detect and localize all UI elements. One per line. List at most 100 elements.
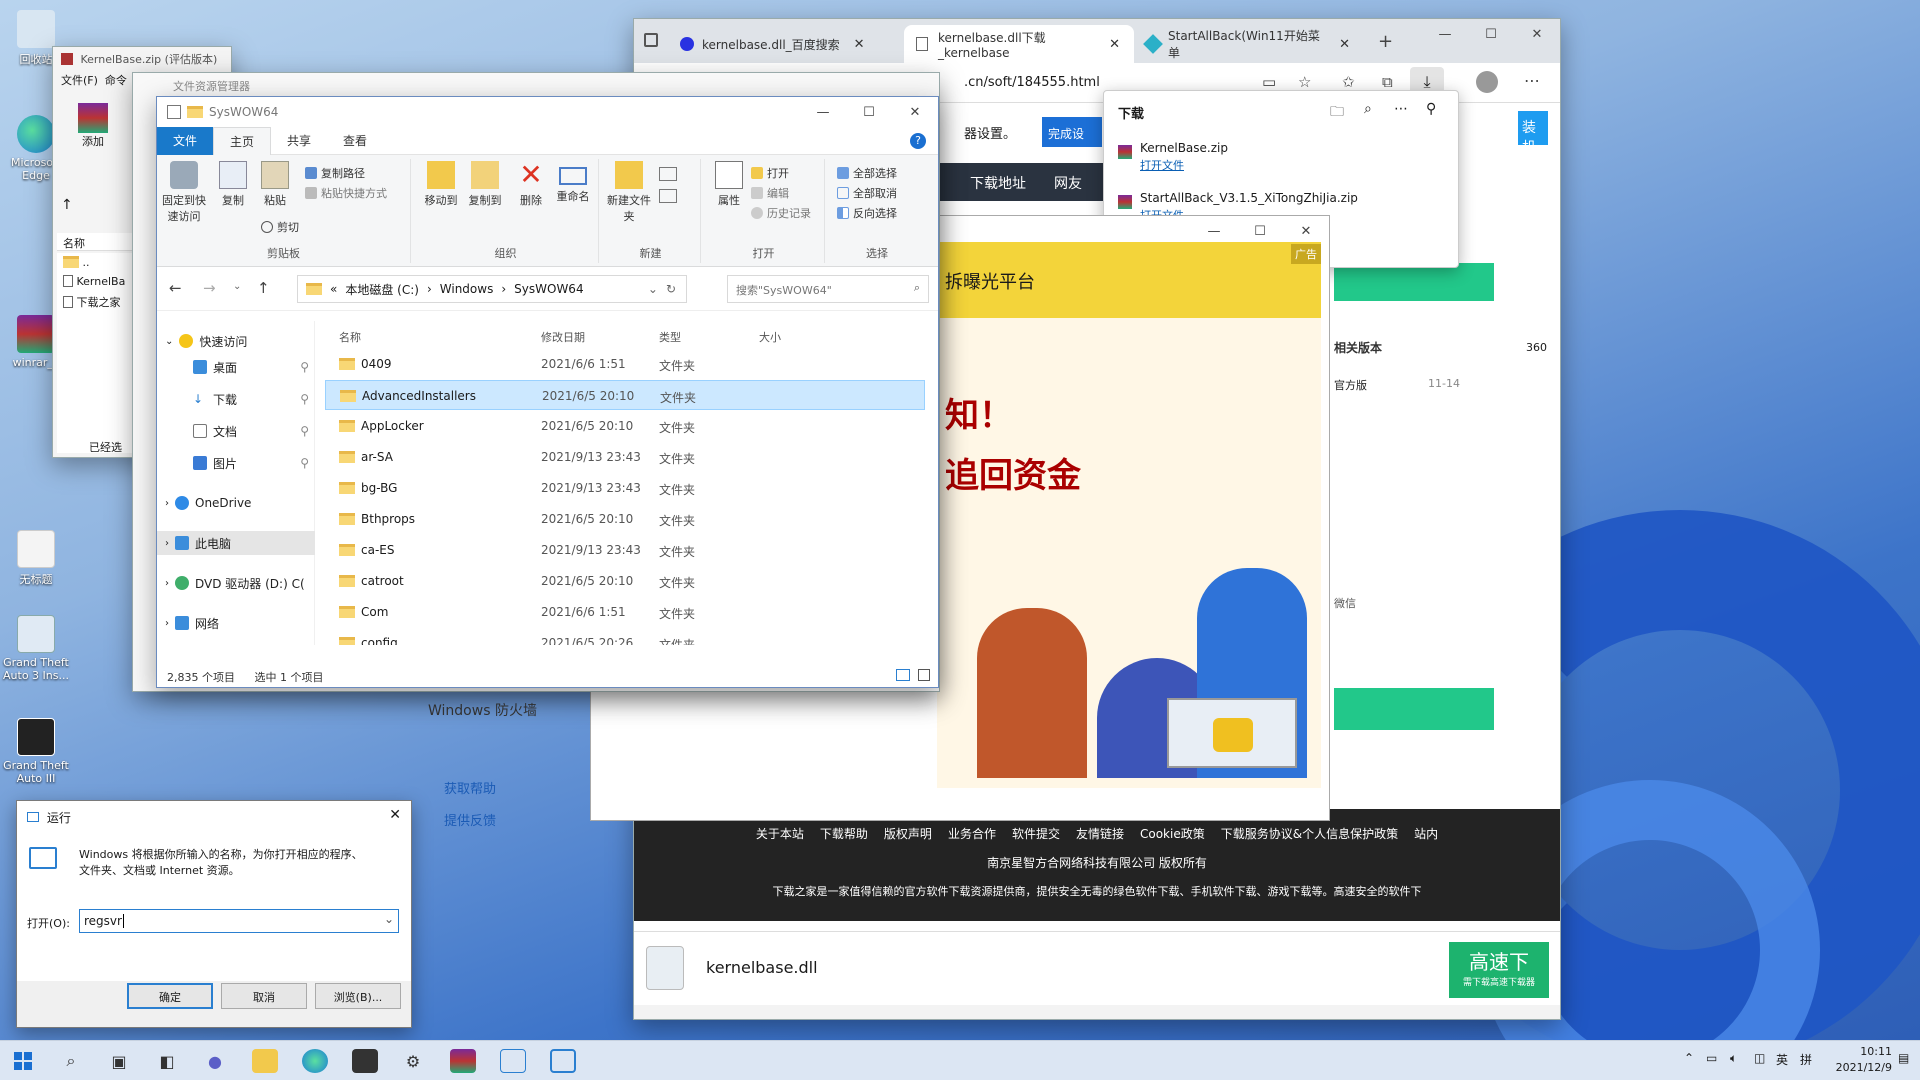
- run-input[interactable]: regsvr ⌄: [79, 909, 399, 933]
- quick-access-toolbar-icon[interactable]: [167, 105, 181, 119]
- maximize-icon[interactable]: ☐: [846, 97, 892, 127]
- table-row[interactable]: Bthprops 2021/6/5 20:10 文件夹: [325, 504, 925, 534]
- display-icon[interactable]: ◫: [1754, 1051, 1765, 1065]
- complete-button[interactable]: 完成设: [1042, 117, 1102, 147]
- pin-button[interactable]: 固定到快速访问: [161, 159, 207, 224]
- column-size[interactable]: 大小: [759, 329, 781, 345]
- footer-link[interactable]: 下载服务协议&个人信息保护政策: [1221, 827, 1398, 841]
- column-name[interactable]: 名称: [339, 329, 361, 345]
- move-to-button[interactable]: 移动到: [419, 159, 463, 208]
- fast-download-button[interactable]: 高速下 需下载高速下载器: [1449, 942, 1549, 998]
- minimize-icon[interactable]: —: [1422, 19, 1468, 49]
- footer-link[interactable]: 下载帮助: [820, 827, 868, 841]
- edge-icon[interactable]: [302, 1049, 328, 1073]
- history-button[interactable]: 历史记录: [751, 205, 811, 221]
- close-icon[interactable]: ✕: [1514, 19, 1560, 49]
- close-icon[interactable]: ✕: [389, 807, 401, 823]
- table-row[interactable]: 0409 2021/6/6 1:51 文件夹: [325, 349, 925, 379]
- table-row[interactable]: AppLocker 2021/6/5 20:10 文件夹: [325, 411, 925, 441]
- cancel-button[interactable]: 取消: [221, 983, 307, 1009]
- footer-link[interactable]: Cookie政策: [1140, 827, 1205, 841]
- table-row[interactable]: config 2021/6/5 20:26 文件夹: [325, 628, 925, 645]
- ime-pinyin[interactable]: 拼: [1800, 1051, 1812, 1068]
- help-link[interactable]: 获取帮助: [444, 778, 496, 797]
- table-row[interactable]: ca-ES 2021/9/13 23:43 文件夹: [325, 535, 925, 565]
- cut-button[interactable]: 剪切: [261, 219, 299, 235]
- settings-icon[interactable]: ⚙: [400, 1049, 426, 1073]
- up-arrow-icon[interactable]: ↑: [61, 197, 73, 213]
- table-row[interactable]: bg-BG 2021/9/13 23:43 文件夹: [325, 473, 925, 503]
- open-button[interactable]: 打开: [751, 165, 789, 181]
- nav-documents[interactable]: 文档 ⚲: [157, 419, 315, 443]
- new-folder-button[interactable]: 新建文件夹: [607, 159, 651, 224]
- footer-link[interactable]: 业务合作: [948, 827, 996, 841]
- search-icon[interactable]: ⌕: [1364, 101, 1372, 117]
- nav-download[interactable]: 下载地址: [970, 173, 1026, 193]
- search-input[interactable]: 搜索"SysWOW64" ⌕: [727, 275, 929, 303]
- open-file-link[interactable]: 打开文件: [1140, 157, 1184, 173]
- chevron-down-icon[interactable]: ⌄: [384, 912, 394, 926]
- tab-startallback[interactable]: StartAllBack(Win11开始菜单 ✕: [1134, 25, 1364, 63]
- desktop-icon-gta3[interactable]: Grand Theft Auto III: [0, 718, 72, 785]
- close-icon[interactable]: ✕: [892, 97, 938, 127]
- crumb-drive[interactable]: 本地磁盘 (C:): [345, 281, 419, 298]
- nav-quick-access[interactable]: ⌄ 快速访问: [157, 329, 315, 353]
- new-item-icon[interactable]: [659, 167, 677, 181]
- search-icon[interactable]: ⌕: [58, 1049, 84, 1073]
- more-icon[interactable]: ⋯: [1524, 71, 1540, 90]
- nav-pictures[interactable]: 图片 ⚲: [157, 451, 315, 475]
- collections-icon[interactable]: ⧉: [1382, 73, 1393, 91]
- task-view-icon[interactable]: ▣: [106, 1049, 132, 1073]
- network-icon[interactable]: ▭: [1706, 1051, 1717, 1065]
- table-row[interactable]: catroot 2021/6/5 20:10 文件夹: [325, 566, 925, 596]
- footer-link[interactable]: 关于本站: [756, 827, 804, 841]
- browse-button[interactable]: 浏览(B)...: [315, 983, 401, 1009]
- footer-link[interactable]: 友情链接: [1076, 827, 1124, 841]
- chevron-down-icon[interactable]: ⌄: [648, 282, 658, 296]
- help-icon[interactable]: ?: [910, 132, 926, 149]
- tab-view[interactable]: 查看: [327, 127, 383, 155]
- paste-button[interactable]: 粘贴: [253, 159, 297, 208]
- official-version[interactable]: 官方版: [1334, 377, 1367, 393]
- paste-shortcut-button[interactable]: 粘贴快捷方式: [305, 185, 387, 201]
- crumb-windows[interactable]: Windows: [440, 282, 494, 296]
- copy-path-button[interactable]: 复制路径: [305, 165, 365, 181]
- footer-link[interactable]: 站内: [1414, 827, 1438, 841]
- desktop-icon-untitled[interactable]: 无标题: [0, 530, 72, 587]
- store-icon[interactable]: [352, 1049, 378, 1073]
- reader-icon[interactable]: ▭: [1262, 73, 1276, 91]
- large-icons-view-icon[interactable]: [918, 669, 930, 681]
- column-type[interactable]: 类型: [659, 329, 681, 345]
- details-view-icon[interactable]: [896, 669, 910, 681]
- table-row[interactable]: Com 2021/6/6 1:51 文件夹: [325, 597, 925, 627]
- copy-to-button[interactable]: 复制到: [463, 159, 507, 208]
- feedback-link[interactable]: 提供反馈: [444, 810, 496, 829]
- nav-onedrive[interactable]: › OneDrive: [157, 491, 315, 515]
- select-all-button[interactable]: 全部选择: [837, 165, 897, 181]
- minimize-icon[interactable]: —: [800, 97, 846, 127]
- right-badge[interactable]: 装机: [1518, 111, 1548, 156]
- nav-dvd-drive[interactable]: › DVD 驱动器 (D:) C(: [157, 571, 315, 595]
- favorite-icon[interactable]: ☆: [1298, 73, 1311, 91]
- delete-button[interactable]: ✕ 删除: [509, 159, 553, 208]
- file-explorer-icon[interactable]: [252, 1049, 278, 1073]
- close-icon[interactable]: ✕: [1109, 37, 1120, 52]
- nav-downloads[interactable]: ↓ 下载 ⚲: [157, 387, 315, 411]
- tab-baidu[interactable]: kernelbase.dll_百度搜索 ✕: [668, 25, 904, 63]
- ok-button[interactable]: 确定: [127, 983, 213, 1009]
- notification-icon[interactable]: ▤: [1898, 1051, 1909, 1065]
- favorites-list-icon[interactable]: ✩: [1342, 73, 1355, 91]
- monitor-icon[interactable]: [500, 1049, 526, 1073]
- copy-button[interactable]: 复制: [211, 159, 255, 208]
- maximize-icon[interactable]: ☐: [1468, 19, 1514, 49]
- footer-link[interactable]: 版权声明: [884, 827, 932, 841]
- new-tab-icon[interactable]: +: [1378, 31, 1393, 52]
- tab-actions-icon[interactable]: [644, 33, 658, 47]
- firewall-link[interactable]: Windows 防火墙: [428, 700, 537, 720]
- pin-icon[interactable]: ⚲: [1426, 101, 1436, 117]
- invert-selection-button[interactable]: 反向选择: [837, 205, 897, 221]
- up-icon[interactable]: ↑: [257, 279, 270, 297]
- footer-link[interactable]: 软件提交: [1012, 827, 1060, 841]
- profile-avatar[interactable]: [1476, 71, 1498, 93]
- tray-overflow-icon[interactable]: ⌃: [1684, 1051, 1694, 1065]
